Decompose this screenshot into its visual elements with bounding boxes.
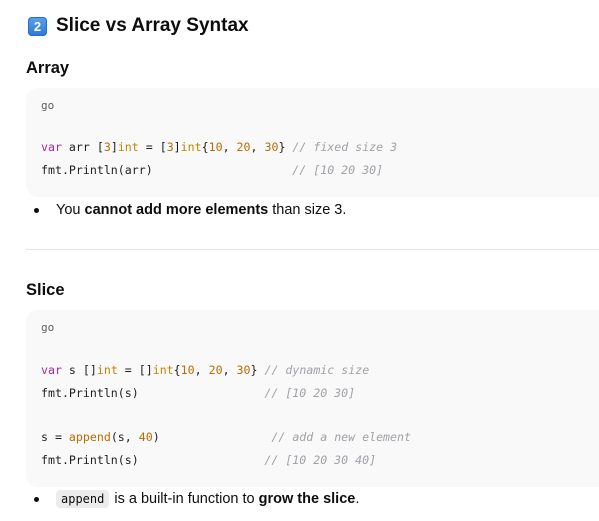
inline-code: append: [56, 490, 110, 508]
code-language-label: go: [41, 99, 55, 112]
bullet-dot-icon: [34, 496, 39, 502]
page: 2 Slice vs Array Syntax Array go var arr…: [0, 0, 599, 521]
code-language-label: go: [41, 321, 55, 334]
section-divider: [26, 249, 599, 250]
array-subheading: Array: [26, 59, 70, 77]
bullet-dot-icon: [34, 207, 39, 213]
code-line: var arr [3]int = [3]int{10, 20, 30} // f…: [41, 140, 398, 154]
code-line: var s []int = []int{10, 20, 30} // dynam…: [41, 363, 370, 377]
bullet-text: append is a built-in function to grow the…: [56, 490, 359, 508]
code-line: fmt.Println(s) // [10 20 30 40]: [41, 453, 377, 467]
section-heading-title: Slice vs Array Syntax: [56, 15, 249, 36]
slice-code-block[interactable]: go var s []int = []int{10, 20, 30} // dy…: [26, 310, 599, 487]
keycap-two-icon: 2: [28, 16, 47, 36]
list-item: append is a built-in function to grow the…: [34, 490, 359, 508]
array-code-block[interactable]: go var arr [3]int = [3]int{10, 20, 30} /…: [26, 88, 599, 197]
bullet-text: You cannot add more elements than size 3…: [56, 202, 347, 218]
code-line: s = append(s, 40) // add a new element: [41, 430, 411, 444]
slice-subheading: Slice: [26, 281, 65, 299]
section-heading: 2 Slice vs Array Syntax: [28, 15, 249, 37]
code-line: fmt.Println(arr) // [10 20 30]: [41, 163, 384, 177]
list-item: You cannot add more elements than size 3…: [34, 202, 346, 218]
code-line: fmt.Println(s) // [10 20 30]: [41, 386, 356, 400]
